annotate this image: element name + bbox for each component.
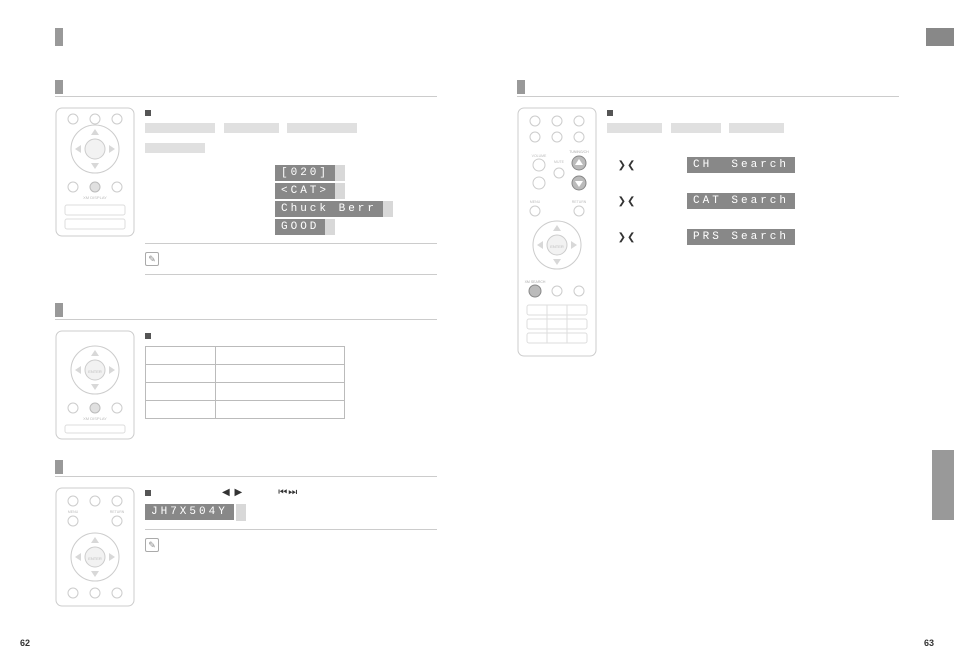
section-marker: [55, 303, 63, 317]
svg-text:VOLUME: VOLUME: [532, 154, 547, 158]
remote-illustration: XM DISPLAY: [55, 107, 135, 237]
svg-text:MENU: MENU: [68, 510, 79, 514]
updown-icon: ❯❮: [607, 196, 647, 207]
svg-text:XM SEARCH: XM SEARCH: [525, 280, 546, 284]
placeholder-text: [287, 123, 357, 133]
search-mode-row: ❯❮ CH Search: [607, 157, 899, 173]
page-number: 63: [924, 638, 934, 648]
lcd-line: <CAT>: [275, 183, 437, 199]
placeholder-text: [671, 123, 721, 133]
section-display-info: XM DISPLAY: [55, 80, 437, 283]
note-icon: ✎: [145, 538, 159, 552]
section-search-modes: TUNING/CH VOLUME MUTE MENU: [517, 80, 899, 357]
svg-text:ENTER: ENTER: [88, 556, 102, 561]
svg-text:MUTE: MUTE: [554, 160, 565, 164]
page-number: 62: [20, 638, 30, 648]
remote-illustration: ENTER XM DISPLAY: [55, 330, 135, 440]
note-icon: ✎: [145, 252, 159, 266]
step-bullet: [145, 333, 151, 339]
search-mode-row: ❯❮ CAT Search: [607, 193, 899, 209]
chapter-tab: [926, 28, 954, 46]
placeholder-text: [729, 123, 784, 133]
section-marker: [517, 80, 525, 94]
step-bullet: [607, 110, 613, 116]
section-marker: [55, 80, 63, 94]
placeholder-text: [145, 143, 205, 153]
lcd-text: CAT Search: [687, 193, 795, 209]
svg-text:RETURN: RETURN: [110, 510, 125, 514]
lcd-text: Chuck Berr: [275, 201, 383, 217]
lcd-text: JH7X504Y: [145, 504, 234, 520]
left-right-icon: ◀ ▶: [222, 487, 243, 498]
info-table: [145, 346, 345, 419]
placeholder-text: [607, 123, 662, 133]
placeholder-text: [145, 123, 215, 133]
lcd-text: PRS Search: [687, 229, 795, 245]
skip-icon: ⏮⏭: [278, 487, 298, 498]
step-bullet: [145, 110, 151, 116]
svg-text:MENU: MENU: [530, 200, 541, 204]
placeholder-text: [224, 123, 279, 133]
svg-text:ENTER: ENTER: [550, 244, 564, 249]
lcd-text: [020]: [275, 165, 335, 181]
side-tab: [932, 450, 954, 520]
updown-icon: ❯❮: [607, 232, 647, 243]
search-mode-row: ❯❮ PRS Search: [607, 229, 899, 245]
lcd-line: [020]: [275, 165, 437, 181]
lcd-text: GOOD: [275, 219, 325, 235]
remote-illustration-tall: TUNING/CH VOLUME MUTE MENU: [517, 107, 597, 357]
section-marker: [55, 460, 63, 474]
svg-text:TUNING/CH: TUNING/CH: [569, 150, 589, 154]
chapter-tab: [55, 28, 63, 46]
section-info-table: ENTER XM DISPLAY: [55, 303, 437, 440]
svg-text:XM DISPLAY: XM DISPLAY: [83, 416, 107, 421]
svg-text:XM DISPLAY: XM DISPLAY: [83, 195, 107, 200]
svg-text:ENTER: ENTER: [88, 369, 102, 374]
lcd-line: GOOD: [275, 219, 437, 235]
lcd-text: CH Search: [687, 157, 795, 173]
step-bullet: [145, 490, 151, 496]
remote-illustration: MENU RETURN ENTER: [55, 487, 135, 607]
updown-icon: ❯❮: [607, 160, 647, 171]
section-radio-id: MENU RETURN ENTER: [55, 460, 437, 607]
lcd-text: <CAT>: [275, 183, 335, 199]
svg-text:RETURN: RETURN: [572, 200, 587, 204]
lcd-line: Chuck Berr: [275, 201, 437, 217]
